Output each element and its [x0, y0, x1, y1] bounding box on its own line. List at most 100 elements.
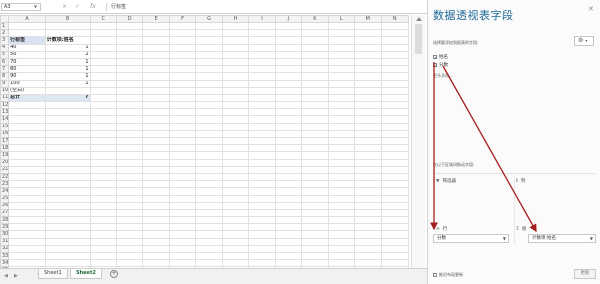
- cell[interactable]: [168, 165, 197, 174]
- cell[interactable]: [301, 223, 329, 232]
- row-header[interactable]: 29: [0, 223, 10, 232]
- cell[interactable]: [354, 165, 382, 174]
- cell[interactable]: [195, 237, 223, 246]
- cell[interactable]: [327, 36, 356, 45]
- checkbox-icon[interactable]: [433, 273, 437, 277]
- cell[interactable]: [142, 201, 170, 210]
- cell[interactable]: [274, 180, 303, 189]
- cell[interactable]: [221, 136, 250, 146]
- column-header[interactable]: F: [168, 15, 197, 23]
- worksheet-grid[interactable]: A B C D E F G H I J K L M N 1 2 3 行标签 计数项:姓名…: [0, 15, 409, 275]
- cell[interactable]: [301, 108, 329, 117]
- cell[interactable]: [195, 115, 223, 124]
- cell[interactable]: [8, 208, 46, 218]
- cell[interactable]: [168, 251, 197, 261]
- cell[interactable]: [380, 259, 409, 268]
- cell[interactable]: [44, 158, 91, 167]
- cell[interactable]: [115, 172, 144, 182]
- cell[interactable]: [380, 36, 409, 45]
- cell[interactable]: [195, 172, 223, 182]
- cell[interactable]: [221, 65, 250, 74]
- cell[interactable]: [301, 115, 329, 124]
- cell[interactable]: [380, 151, 409, 160]
- cell[interactable]: [142, 223, 170, 232]
- cell[interactable]: [221, 72, 250, 81]
- scroll-up-icon[interactable]: [416, 17, 422, 21]
- cell[interactable]: [115, 151, 144, 160]
- cell[interactable]: [354, 237, 382, 246]
- cell[interactable]: [221, 101, 250, 110]
- pivot-count-value[interactable]: 1: [44, 65, 91, 74]
- cell[interactable]: [115, 201, 144, 210]
- cell[interactable]: [44, 172, 91, 182]
- row-header[interactable]: 31: [0, 237, 10, 246]
- cell[interactable]: [221, 43, 250, 52]
- cell[interactable]: [354, 144, 382, 153]
- cell[interactable]: [274, 194, 303, 203]
- column-header[interactable]: H: [221, 15, 250, 23]
- chevron-down-icon[interactable]: ▼: [34, 3, 37, 11]
- values-field-count-name[interactable]: 计数项:姓名 ▼: [528, 234, 596, 243]
- cell[interactable]: [354, 122, 382, 131]
- cell[interactable]: [248, 251, 276, 261]
- cell[interactable]: [380, 29, 409, 38]
- row-header[interactable]: 13: [0, 108, 10, 117]
- update-button[interactable]: 更新: [574, 269, 596, 279]
- cell[interactable]: [380, 65, 409, 74]
- cell[interactable]: [115, 136, 144, 146]
- cell[interactable]: [248, 72, 276, 81]
- cell[interactable]: [115, 72, 144, 81]
- add-sheet-button[interactable]: +: [110, 270, 118, 278]
- sheet-tab-sheet2[interactable]: Sheet2: [70, 269, 102, 279]
- cell[interactable]: [327, 223, 356, 232]
- cell[interactable]: [195, 244, 223, 254]
- cell[interactable]: [221, 230, 250, 239]
- cell[interactable]: [115, 50, 144, 59]
- cell[interactable]: [301, 72, 329, 81]
- cell[interactable]: [301, 144, 329, 153]
- cell[interactable]: [248, 36, 276, 45]
- cell[interactable]: [115, 158, 144, 167]
- pivot-row-label[interactable]: 50: [8, 50, 46, 59]
- cell[interactable]: [221, 144, 250, 153]
- row-header[interactable]: 12: [0, 101, 10, 110]
- next-sheet-icon[interactable]: ▶: [14, 273, 18, 279]
- cell[interactable]: [142, 230, 170, 239]
- cell[interactable]: [248, 136, 276, 146]
- row-header[interactable]: 11: [0, 93, 10, 103]
- cell[interactable]: [274, 144, 303, 153]
- cell[interactable]: [89, 50, 117, 59]
- pivot-count-value[interactable]: 1: [44, 72, 91, 81]
- cell[interactable]: [380, 251, 409, 261]
- cell[interactable]: [8, 187, 46, 196]
- cell[interactable]: [327, 201, 356, 210]
- cell[interactable]: [195, 187, 223, 196]
- cell[interactable]: [115, 43, 144, 52]
- cell[interactable]: [142, 172, 170, 182]
- cell[interactable]: [301, 29, 329, 38]
- cell[interactable]: [44, 230, 91, 239]
- cell[interactable]: [8, 251, 46, 261]
- column-header[interactable]: M: [354, 15, 382, 23]
- cell[interactable]: [115, 93, 144, 103]
- cell[interactable]: [142, 136, 170, 146]
- cell[interactable]: [354, 129, 382, 139]
- cell[interactable]: [327, 144, 356, 153]
- cell[interactable]: [248, 21, 276, 31]
- cell[interactable]: [168, 136, 197, 146]
- cell[interactable]: [274, 230, 303, 239]
- cell[interactable]: [274, 216, 303, 225]
- cell[interactable]: [168, 180, 197, 189]
- cell[interactable]: [115, 36, 144, 45]
- cell[interactable]: [301, 251, 329, 261]
- cell[interactable]: [327, 29, 356, 38]
- cell[interactable]: [168, 129, 197, 139]
- cell[interactable]: [221, 151, 250, 160]
- row-header[interactable]: 30: [0, 230, 10, 239]
- cell[interactable]: [221, 115, 250, 124]
- cell[interactable]: [274, 115, 303, 124]
- cell[interactable]: [89, 129, 117, 139]
- cell[interactable]: [301, 259, 329, 268]
- cell[interactable]: [44, 165, 91, 174]
- cell[interactable]: [327, 244, 356, 254]
